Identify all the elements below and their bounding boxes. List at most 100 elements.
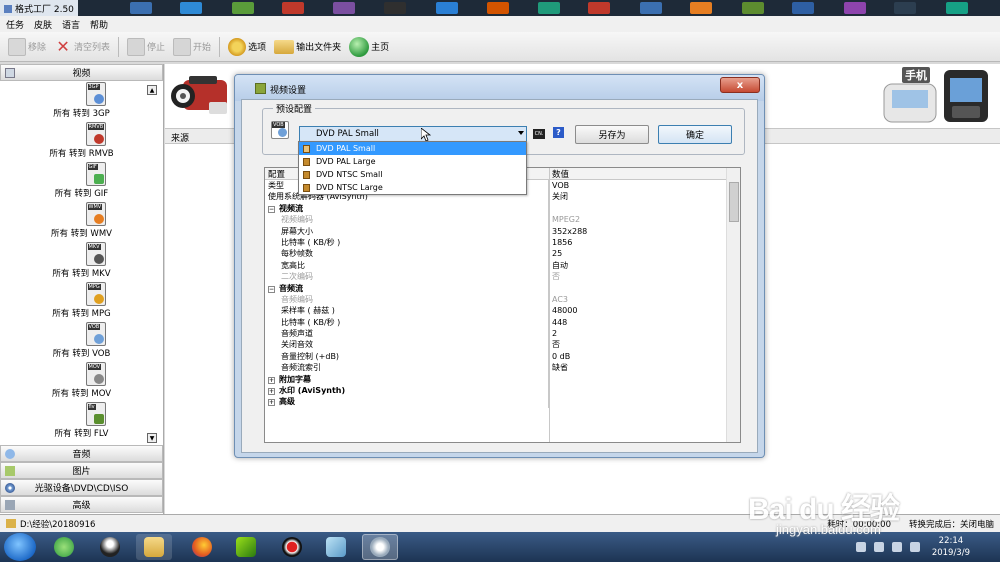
table-row[interactable]: 采样率 ( 赫兹 ) 48000	[265, 305, 740, 317]
preset-option-dvd-pal-small[interactable]: DVD PAL Small	[299, 142, 526, 155]
property-value[interactable]: VOB	[549, 180, 569, 191]
property-name: 音量控制 (+dB)	[265, 350, 549, 363]
property-value[interactable]: 关闭	[549, 191, 568, 202]
scroll-up-button[interactable]: ▲	[147, 85, 157, 95]
taskbar-app-format-factory[interactable]	[362, 534, 398, 560]
home-button[interactable]: 主页	[349, 36, 389, 58]
convert-flv-item[interactable]: flv 所有 转到 FLV	[0, 401, 163, 441]
table-row[interactable]: 比特率 ( KB/秒 ) 448	[265, 316, 740, 329]
table-row[interactable]: 二次编码 否	[265, 271, 740, 283]
convert-rmvb-item[interactable]: RMVB 所有 转到 RMVB	[0, 121, 163, 161]
network-icon[interactable]	[891, 542, 902, 552]
save-as-button[interactable]: 另存为	[575, 125, 649, 144]
property-value[interactable]: 否	[549, 271, 560, 282]
language-icon[interactable]: CN.	[533, 129, 545, 139]
output-folder-button[interactable]: 输出文件夹	[274, 36, 341, 58]
property-scrollbar[interactable]	[726, 168, 740, 442]
taskbar-app-browser[interactable]	[46, 534, 82, 560]
keyboard-icon[interactable]	[855, 542, 866, 552]
clock[interactable]: 22:14 2019/3/9	[932, 535, 970, 559]
property-value[interactable]: 0 dB	[549, 351, 570, 362]
menu-language[interactable]: 语言	[62, 18, 80, 31]
preset-option-label: DVD PAL Small	[316, 144, 376, 153]
preset-option-dvd-pal-large[interactable]: DVD PAL Large	[299, 155, 526, 168]
category-video[interactable]: 视频	[0, 64, 163, 81]
table-row[interactable]: 每秒帧数 25	[265, 248, 740, 260]
table-row[interactable]: + 高级	[265, 396, 740, 408]
table-row[interactable]: 音量控制 (+dB) 0 dB	[265, 350, 740, 363]
property-value[interactable]: 352x288	[549, 226, 587, 237]
table-row[interactable]: 音频流索引 缺省	[265, 362, 740, 374]
home-label: 主页	[371, 43, 390, 53]
property-value[interactable]: 1856	[549, 237, 572, 248]
flag-icon[interactable]	[873, 542, 884, 552]
convert-wmv-item[interactable]: WMV 所有 转到 WMV	[0, 201, 163, 241]
table-row[interactable]: + 水印 (AviSynth)	[265, 385, 740, 397]
table-row[interactable]: 音频声道 2	[265, 328, 740, 340]
property-value[interactable]: 48000	[549, 305, 577, 316]
table-row[interactable]: 屏幕大小 352x288	[265, 225, 740, 237]
menu-task[interactable]: 任务	[6, 18, 24, 31]
options-button[interactable]: 选项	[228, 36, 266, 58]
output-path[interactable]: D:\经验\20180916	[6, 518, 95, 530]
preset-option-dvd-ntsc-small[interactable]: DVD NTSC Small	[299, 168, 526, 181]
table-row[interactable]: − 音频流	[265, 282, 740, 294]
taskbar-app-recorder[interactable]	[274, 534, 310, 560]
ok-button[interactable]: 确定	[658, 125, 732, 144]
table-row[interactable]: 关闭音效 否	[265, 339, 740, 351]
property-value[interactable]: AC3	[549, 294, 568, 305]
remove-button[interactable]: 移除	[8, 36, 46, 58]
start-button[interactable]: 开始	[173, 36, 211, 58]
table-row[interactable]: − 视频流	[265, 202, 740, 215]
conversion-list: 3GP 所有 转到 3GP RMVB 所有 转到 RMVB GIF 所有 转到 GIF…	[0, 81, 163, 445]
category-audio[interactable]: 音频	[0, 445, 163, 462]
expand-icon[interactable]: +	[268, 388, 275, 396]
category-advanced[interactable]: 高级	[0, 496, 163, 513]
stop-button[interactable]: 停止	[127, 36, 165, 58]
taskbar-app-editor[interactable]	[318, 534, 354, 560]
clear-list-button[interactable]: ✕ 清空列表	[54, 36, 110, 58]
category-picture[interactable]: 图片	[0, 462, 163, 479]
property-value[interactable]: 自动	[549, 260, 568, 271]
scrollbar-thumb[interactable]	[729, 182, 739, 222]
scroll-down-button[interactable]: ▼	[147, 433, 157, 443]
table-row[interactable]: + 附加字幕	[265, 373, 740, 386]
menu-skin[interactable]: 皮肤	[34, 18, 52, 31]
taskbar-app-qq[interactable]	[92, 534, 128, 560]
table-row[interactable]: 音频编码 AC3	[265, 293, 740, 306]
expand-icon[interactable]: +	[268, 399, 275, 407]
chevron-down-icon[interactable]	[518, 131, 524, 135]
property-value[interactable]: 25	[549, 248, 562, 259]
file-badge: WMV	[87, 204, 103, 210]
volume-icon[interactable]	[909, 542, 920, 552]
taskbar-app-firefox[interactable]	[184, 534, 220, 560]
taskbar-app-explorer[interactable]	[136, 534, 172, 560]
convert-mpg-item[interactable]: MPG 所有 转到 MPG	[0, 281, 163, 321]
property-value[interactable]: 448	[549, 317, 567, 328]
vob-preset-icon: VOB	[271, 121, 289, 139]
convert-gif-item[interactable]: GIF 所有 转到 GIF	[0, 161, 163, 201]
table-row[interactable]: 宽高比 自动	[265, 259, 740, 272]
property-value[interactable]: MPEG2	[549, 214, 580, 225]
preset-option-dvd-ntsc-large[interactable]: DVD NTSC Large	[299, 181, 526, 194]
table-row[interactable]: 视频编码 MPEG2	[265, 214, 740, 226]
property-value[interactable]: 2	[549, 328, 557, 339]
convert-mkv-item[interactable]: MKV 所有 转到 MKV	[0, 241, 163, 281]
table-row[interactable]: 比特率 ( KB/秒 ) 1856	[265, 236, 740, 249]
start-button[interactable]	[4, 533, 36, 561]
category-optical[interactable]: 光驱设备\DVD\CD\ISO	[0, 479, 163, 496]
preset-combobox[interactable]: DVD PAL Small	[299, 126, 527, 142]
menu-help[interactable]: 帮助	[90, 18, 108, 31]
taskbar-app-video[interactable]	[228, 534, 264, 560]
baidu-watermark: Bai du 经验 jingyan.baidu.com	[748, 452, 988, 537]
collapse-icon[interactable]: −	[268, 205, 275, 213]
help-icon[interactable]: ?	[553, 127, 564, 138]
expand-icon[interactable]: +	[268, 376, 275, 384]
close-button[interactable]: x	[720, 77, 760, 93]
convert-vob-item[interactable]: VOB 所有 转到 VOB	[0, 321, 163, 361]
collapse-icon[interactable]: −	[268, 285, 275, 293]
property-value[interactable]: 否	[549, 339, 560, 350]
convert-3gp-item[interactable]: 3GP 所有 转到 3GP	[0, 81, 163, 121]
convert-mov-item[interactable]: MOV 所有 转到 MOV	[0, 361, 163, 401]
property-value[interactable]: 缺省	[549, 362, 568, 373]
